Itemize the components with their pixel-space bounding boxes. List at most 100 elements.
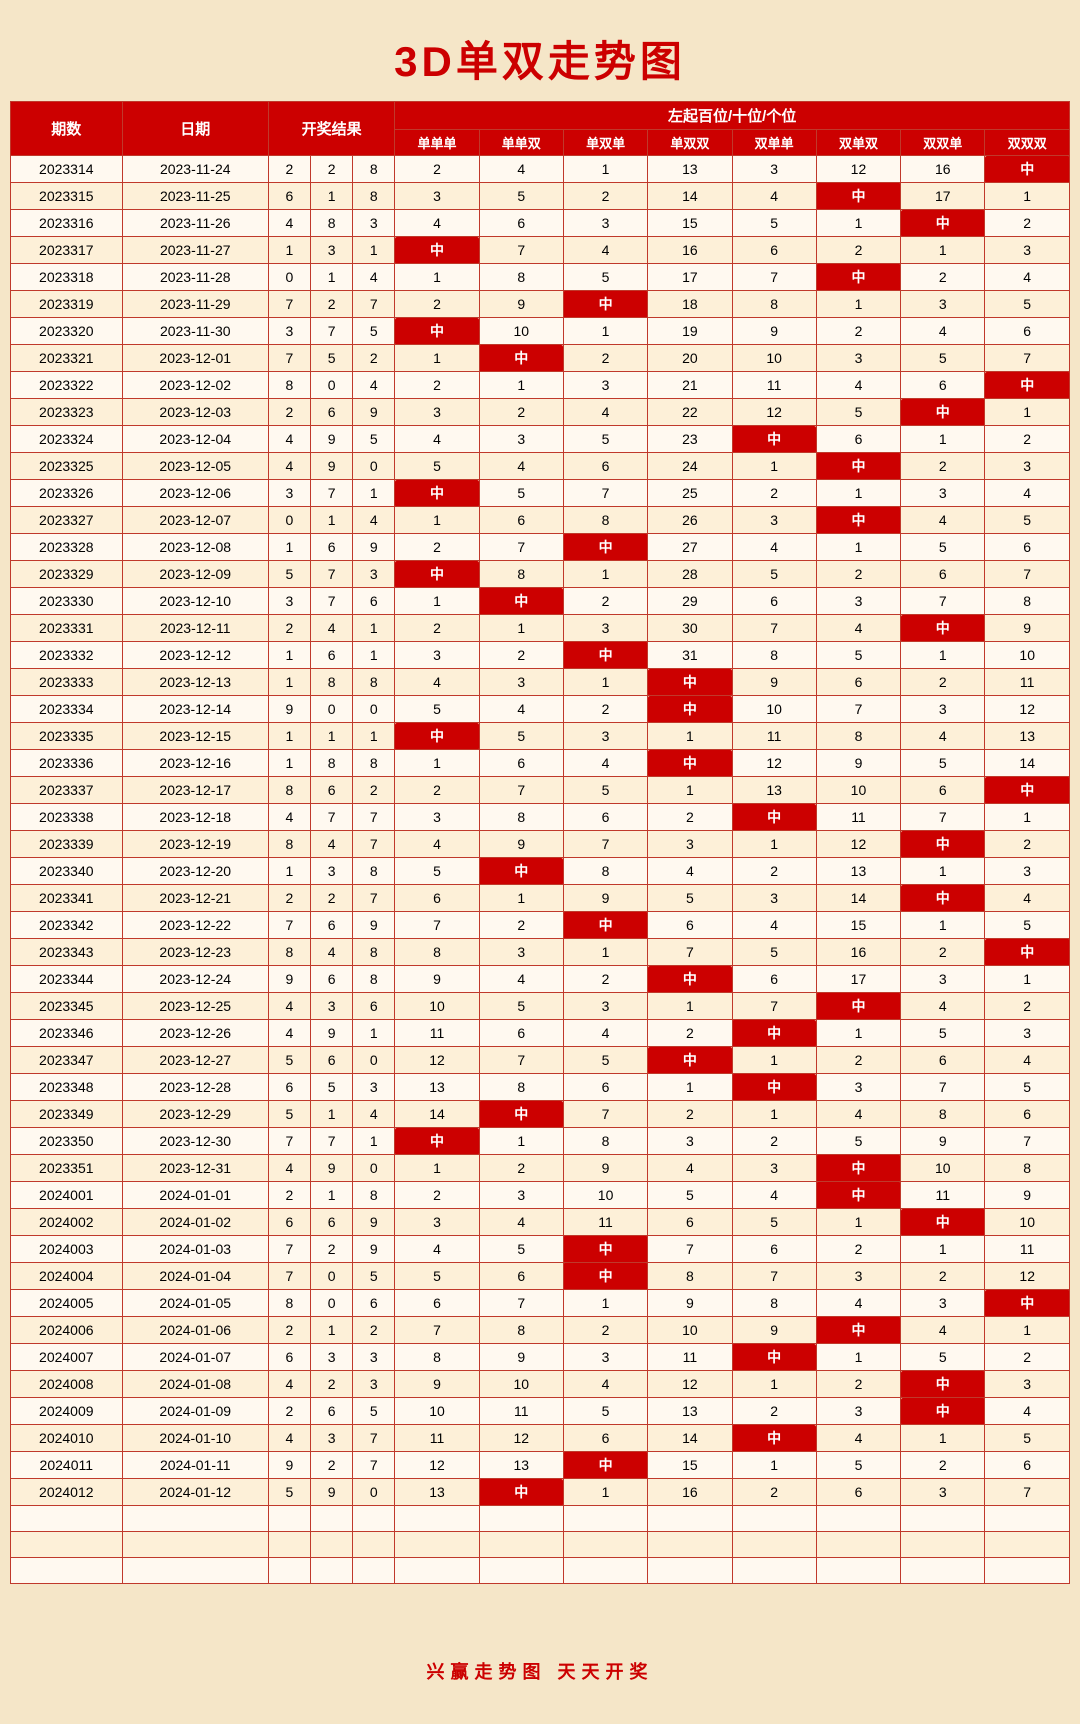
cell-col-6: 5	[901, 1344, 985, 1371]
cell-date: 2023-12-10	[122, 588, 268, 615]
cell-col-6: 6	[901, 777, 985, 804]
cell-col-2: 4	[563, 750, 647, 777]
cell-result-2: 1	[353, 642, 395, 669]
cell-col-7: 5	[985, 507, 1070, 534]
cell-result-1: 6	[311, 966, 353, 993]
cell-col-4: 5	[732, 939, 816, 966]
cell-col-2: 1	[563, 561, 647, 588]
cell-col-5: 中	[816, 993, 900, 1020]
cell-id: 2023320	[11, 318, 123, 345]
cell-col-1: 1	[479, 885, 563, 912]
cell-col-5: 1	[816, 1344, 900, 1371]
cell-col-5: 5	[816, 399, 900, 426]
cell-col-7: 4	[985, 480, 1070, 507]
cell-date: 2023-11-29	[122, 291, 268, 318]
cell-result-1: 2	[311, 1236, 353, 1263]
cell-result-0: 7	[268, 912, 310, 939]
cell-result-1: 8	[311, 750, 353, 777]
table-row: 20240072024-01-0763389311中152	[11, 1344, 1070, 1371]
cell-col-3: 27	[648, 534, 732, 561]
cell-col-4: 6	[732, 588, 816, 615]
cell-result-2: 4	[353, 507, 395, 534]
cell-col-7: 8	[985, 588, 1070, 615]
cell-result-1: 3	[311, 1425, 353, 1452]
cell-col-4: 3	[732, 507, 816, 534]
cell-col-6: 5	[901, 750, 985, 777]
cell-id: 2023328	[11, 534, 123, 561]
cell-col-0: 1	[395, 345, 479, 372]
cell-result-2: 1	[353, 1020, 395, 1047]
cell-col-7: 2	[985, 210, 1070, 237]
cell-col-4: 7	[732, 1263, 816, 1290]
cell-result-0: 1	[268, 750, 310, 777]
cell-col-6: 2	[901, 939, 985, 966]
cell-col-4: 9	[732, 318, 816, 345]
cell-date: 2023-12-04	[122, 426, 268, 453]
cell-col-3: 2	[648, 1101, 732, 1128]
cell-col-6: 1	[901, 1425, 985, 1452]
cell-col-3: 29	[648, 588, 732, 615]
cell-col-6: 5	[901, 1020, 985, 1047]
cell-date: 2024-01-08	[122, 1371, 268, 1398]
cell-col-6: 8	[901, 1101, 985, 1128]
table-row: 20233292023-12-09573中81285267	[11, 561, 1070, 588]
cell-result-2: 8	[353, 156, 395, 183]
cell-result-2: 6	[353, 993, 395, 1020]
cell-id: 2023329	[11, 561, 123, 588]
cell-col-1: 3	[479, 426, 563, 453]
cell-col-2: 2	[563, 588, 647, 615]
cell-date: 2023-12-16	[122, 750, 268, 777]
cell-col-2: 2	[563, 966, 647, 993]
table-row: 20233182023-11-28014185177中24	[11, 264, 1070, 291]
cell-col-4: 4	[732, 1182, 816, 1209]
cell-result-1: 0	[311, 696, 353, 723]
cell-col-7: 10	[985, 1209, 1070, 1236]
cell-result-2: 4	[353, 264, 395, 291]
col-header-c3: 单双单	[563, 130, 647, 156]
cell-id: 2023335	[11, 723, 123, 750]
cell-col-7: 3	[985, 858, 1070, 885]
cell-col-2: 5	[563, 1047, 647, 1074]
cell-result-0: 9	[268, 1452, 310, 1479]
cell-col-7: 3	[985, 1020, 1070, 1047]
cell-result-1: 7	[311, 588, 353, 615]
cell-col-2: 2	[563, 696, 647, 723]
cell-id: 2023342	[11, 912, 123, 939]
cell-result-0: 3	[268, 588, 310, 615]
cell-result-2: 1	[353, 1128, 395, 1155]
cell-result-1: 4	[311, 615, 353, 642]
table-row: 20233472023-12-275601275中1264	[11, 1047, 1070, 1074]
cell-date: 2023-12-17	[122, 777, 268, 804]
cell-col-2: 4	[563, 1371, 647, 1398]
cell-col-2: 9	[563, 1155, 647, 1182]
cell-result-1: 8	[311, 669, 353, 696]
cell-col-3: 20	[648, 345, 732, 372]
cell-col-3: 16	[648, 1479, 732, 1506]
cell-col-7: 12	[985, 1263, 1070, 1290]
cell-col-5: 6	[816, 426, 900, 453]
cell-col-5: 16	[816, 939, 900, 966]
cell-col-4: 1	[732, 1371, 816, 1398]
cell-col-2: 5	[563, 426, 647, 453]
cell-result-2: 0	[353, 1479, 395, 1506]
cell-col-3: 中	[648, 696, 732, 723]
cell-col-0: 8	[395, 939, 479, 966]
cell-col-7: 11	[985, 1236, 1070, 1263]
cell-col-5: 2	[816, 561, 900, 588]
table-row: 20233362023-12-16188164中129514	[11, 750, 1070, 777]
cell-result-2: 3	[353, 561, 395, 588]
cell-col-0: 中	[395, 1128, 479, 1155]
cell-result-2: 1	[353, 615, 395, 642]
cell-col-0: 5	[395, 1263, 479, 1290]
cell-col-1: 中	[479, 858, 563, 885]
cell-col-6: 2	[901, 1452, 985, 1479]
cell-col-0: 4	[395, 426, 479, 453]
cell-col-1: 2	[479, 1155, 563, 1182]
cell-date: 2023-11-26	[122, 210, 268, 237]
cell-result-2: 5	[353, 318, 395, 345]
cell-col-5: 3	[816, 1074, 900, 1101]
cell-result-0: 1	[268, 669, 310, 696]
cell-col-2: 9	[563, 885, 647, 912]
table-row: 20233242023-12-0449543523中612	[11, 426, 1070, 453]
table-row: 20233312023-12-112412133074中9	[11, 615, 1070, 642]
